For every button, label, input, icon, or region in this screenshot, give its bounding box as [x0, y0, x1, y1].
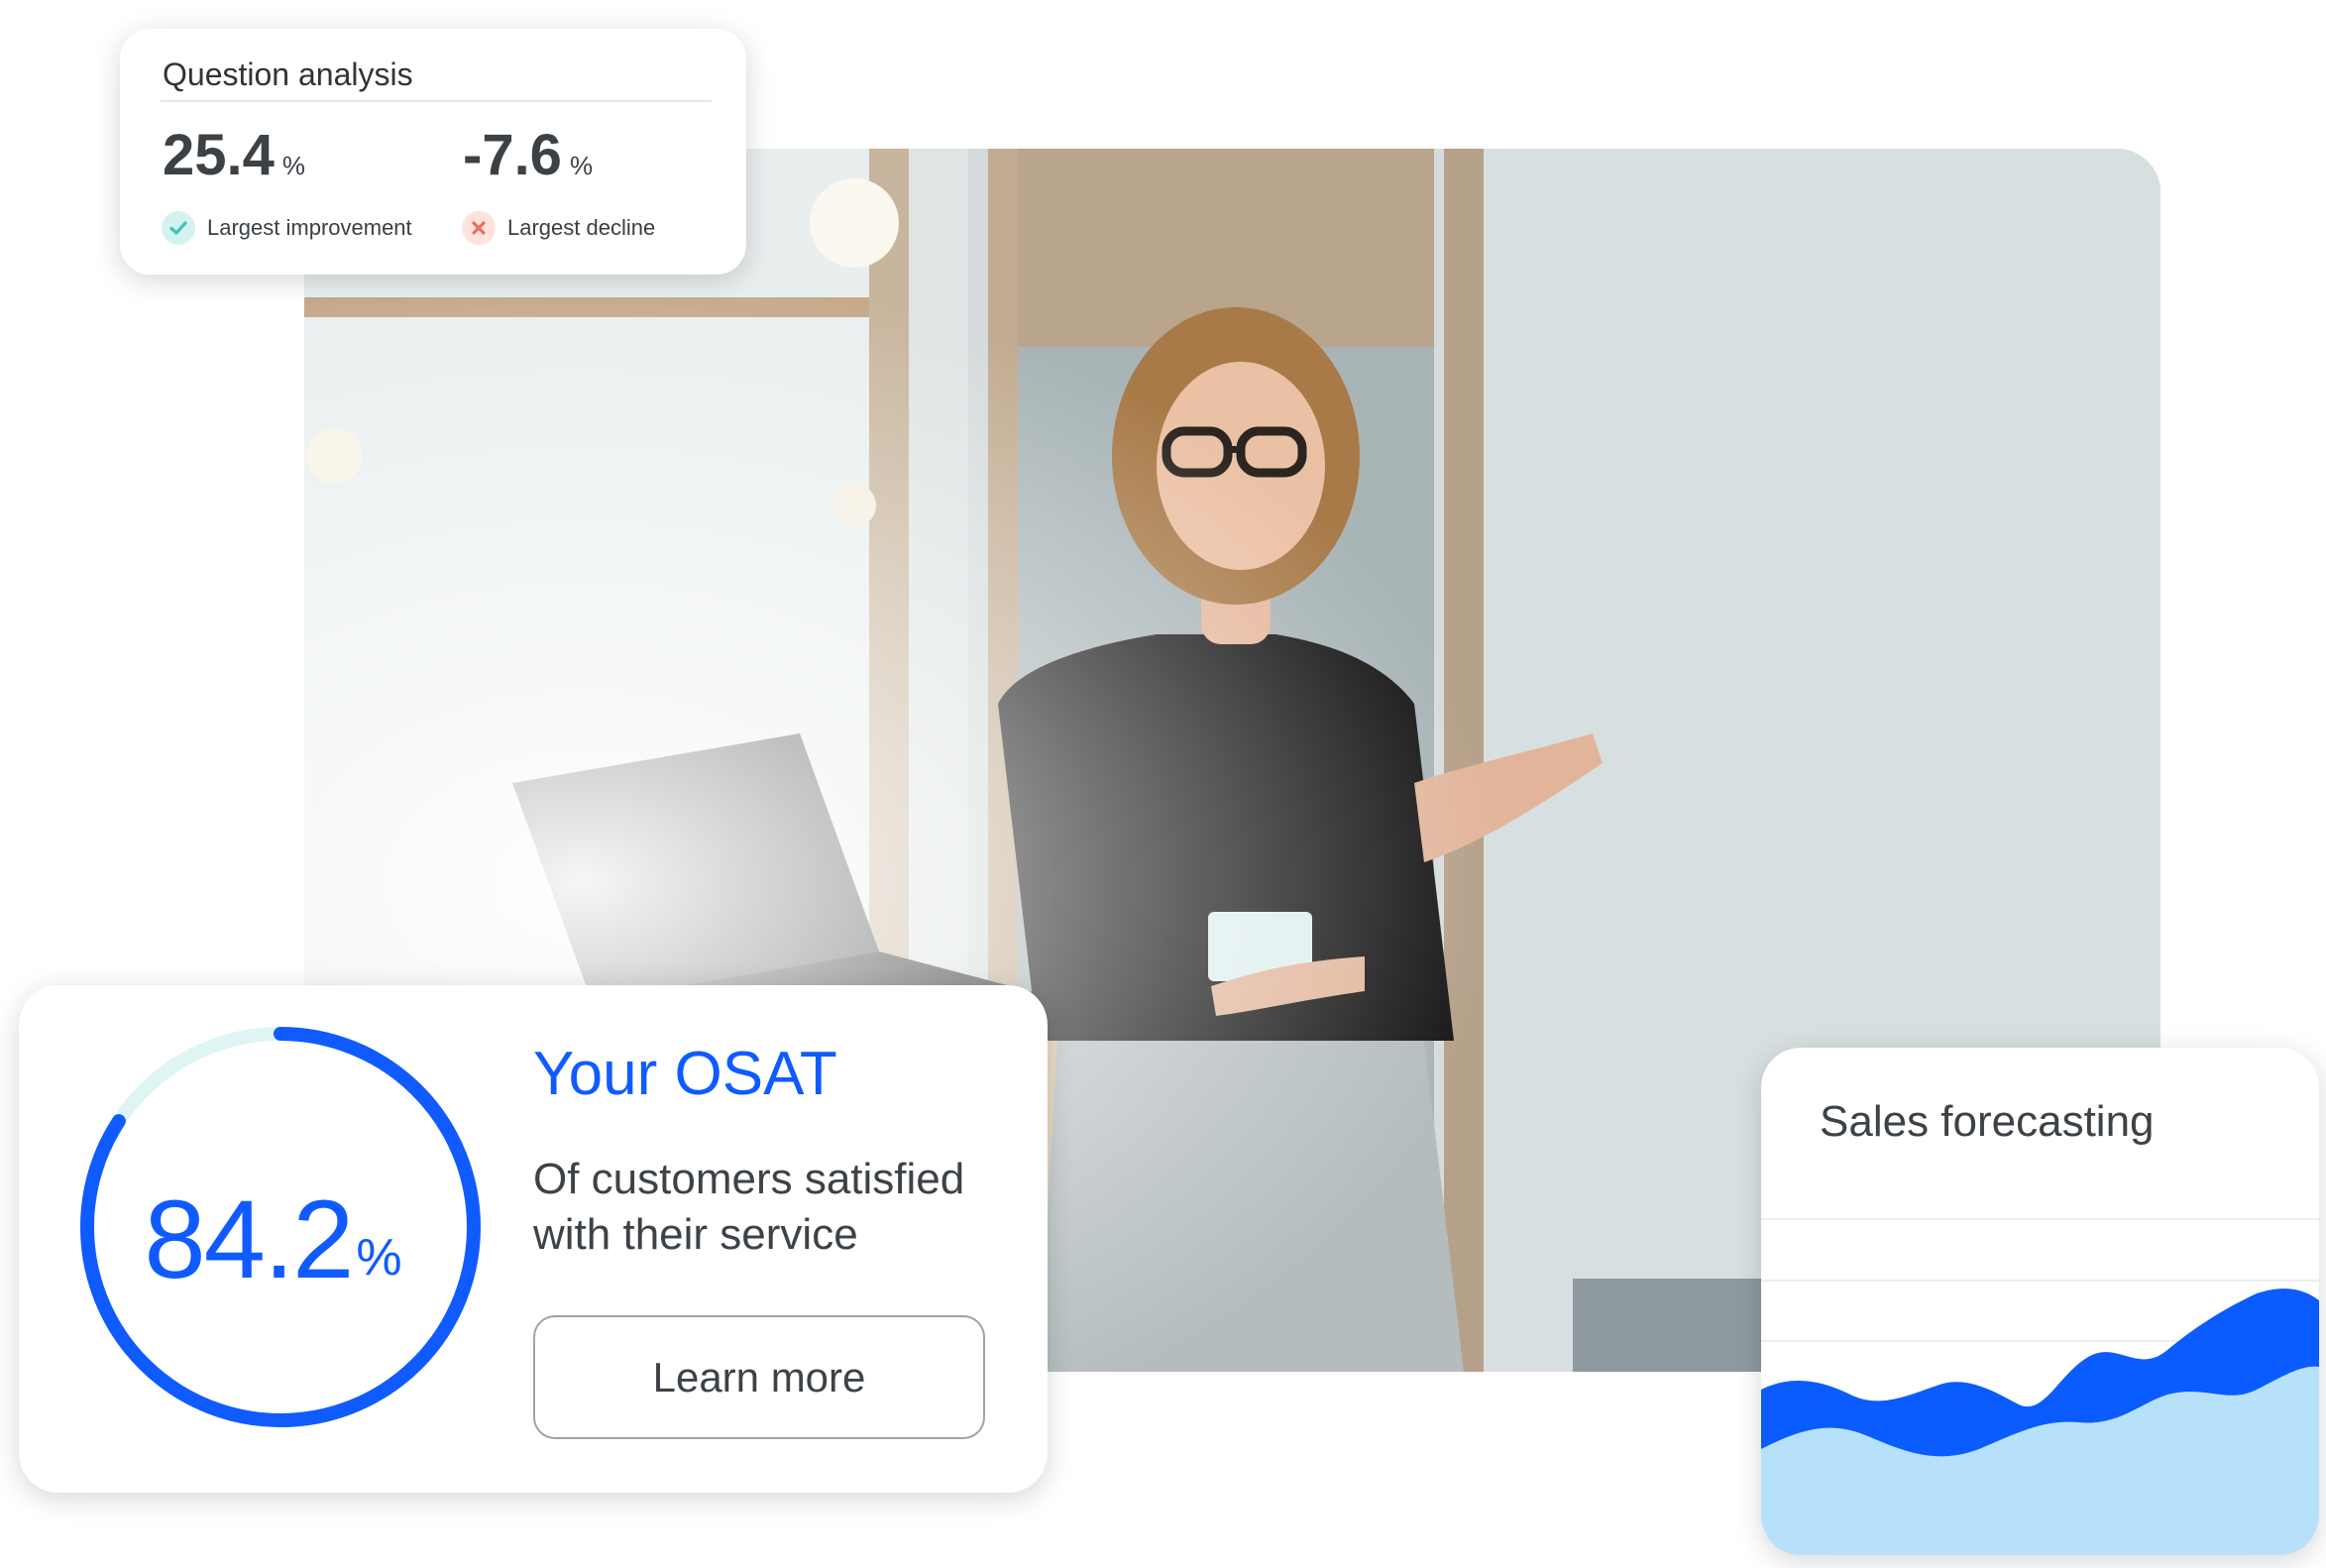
osat-description: Of customers satisfied with their servic…: [533, 1155, 965, 1259]
improvement-metric: 25.4%: [163, 122, 305, 188]
improvement-value: 25.4: [163, 123, 275, 187]
osat-unit: %: [356, 1229, 402, 1287]
osat-title: Your OSAT: [533, 1040, 837, 1108]
osat-number: 84.2: [144, 1176, 354, 1301]
sales-forecasting-card: Sales forecasting: [1761, 1048, 2319, 1555]
question-analysis-title: Question analysis: [163, 56, 413, 92]
question-analysis-card: Question analysis 25.4% -7.6% Largest im…: [120, 29, 746, 275]
divider: [161, 100, 712, 102]
improvement-unit: %: [281, 151, 306, 180]
decline-label: Largest decline: [507, 215, 656, 240]
sales-forecasting-title: Sales forecasting: [1820, 1097, 2155, 1146]
decline-value: -7.6: [463, 123, 562, 187]
decline-status: Largest decline: [462, 211, 655, 245]
osat-value: 84.2%: [19, 985, 527, 1493]
x-icon: [462, 211, 496, 245]
improvement-label: Largest improvement: [207, 215, 412, 240]
improvement-status: Largest improvement: [162, 211, 412, 245]
learn-more-button[interactable]: Learn more: [533, 1315, 985, 1439]
osat-card: 84.2% Your OSAT Of customers satisfied w…: [19, 985, 1048, 1493]
check-icon: [162, 211, 195, 245]
decline-metric: -7.6%: [463, 122, 593, 188]
decline-unit: %: [569, 151, 594, 180]
